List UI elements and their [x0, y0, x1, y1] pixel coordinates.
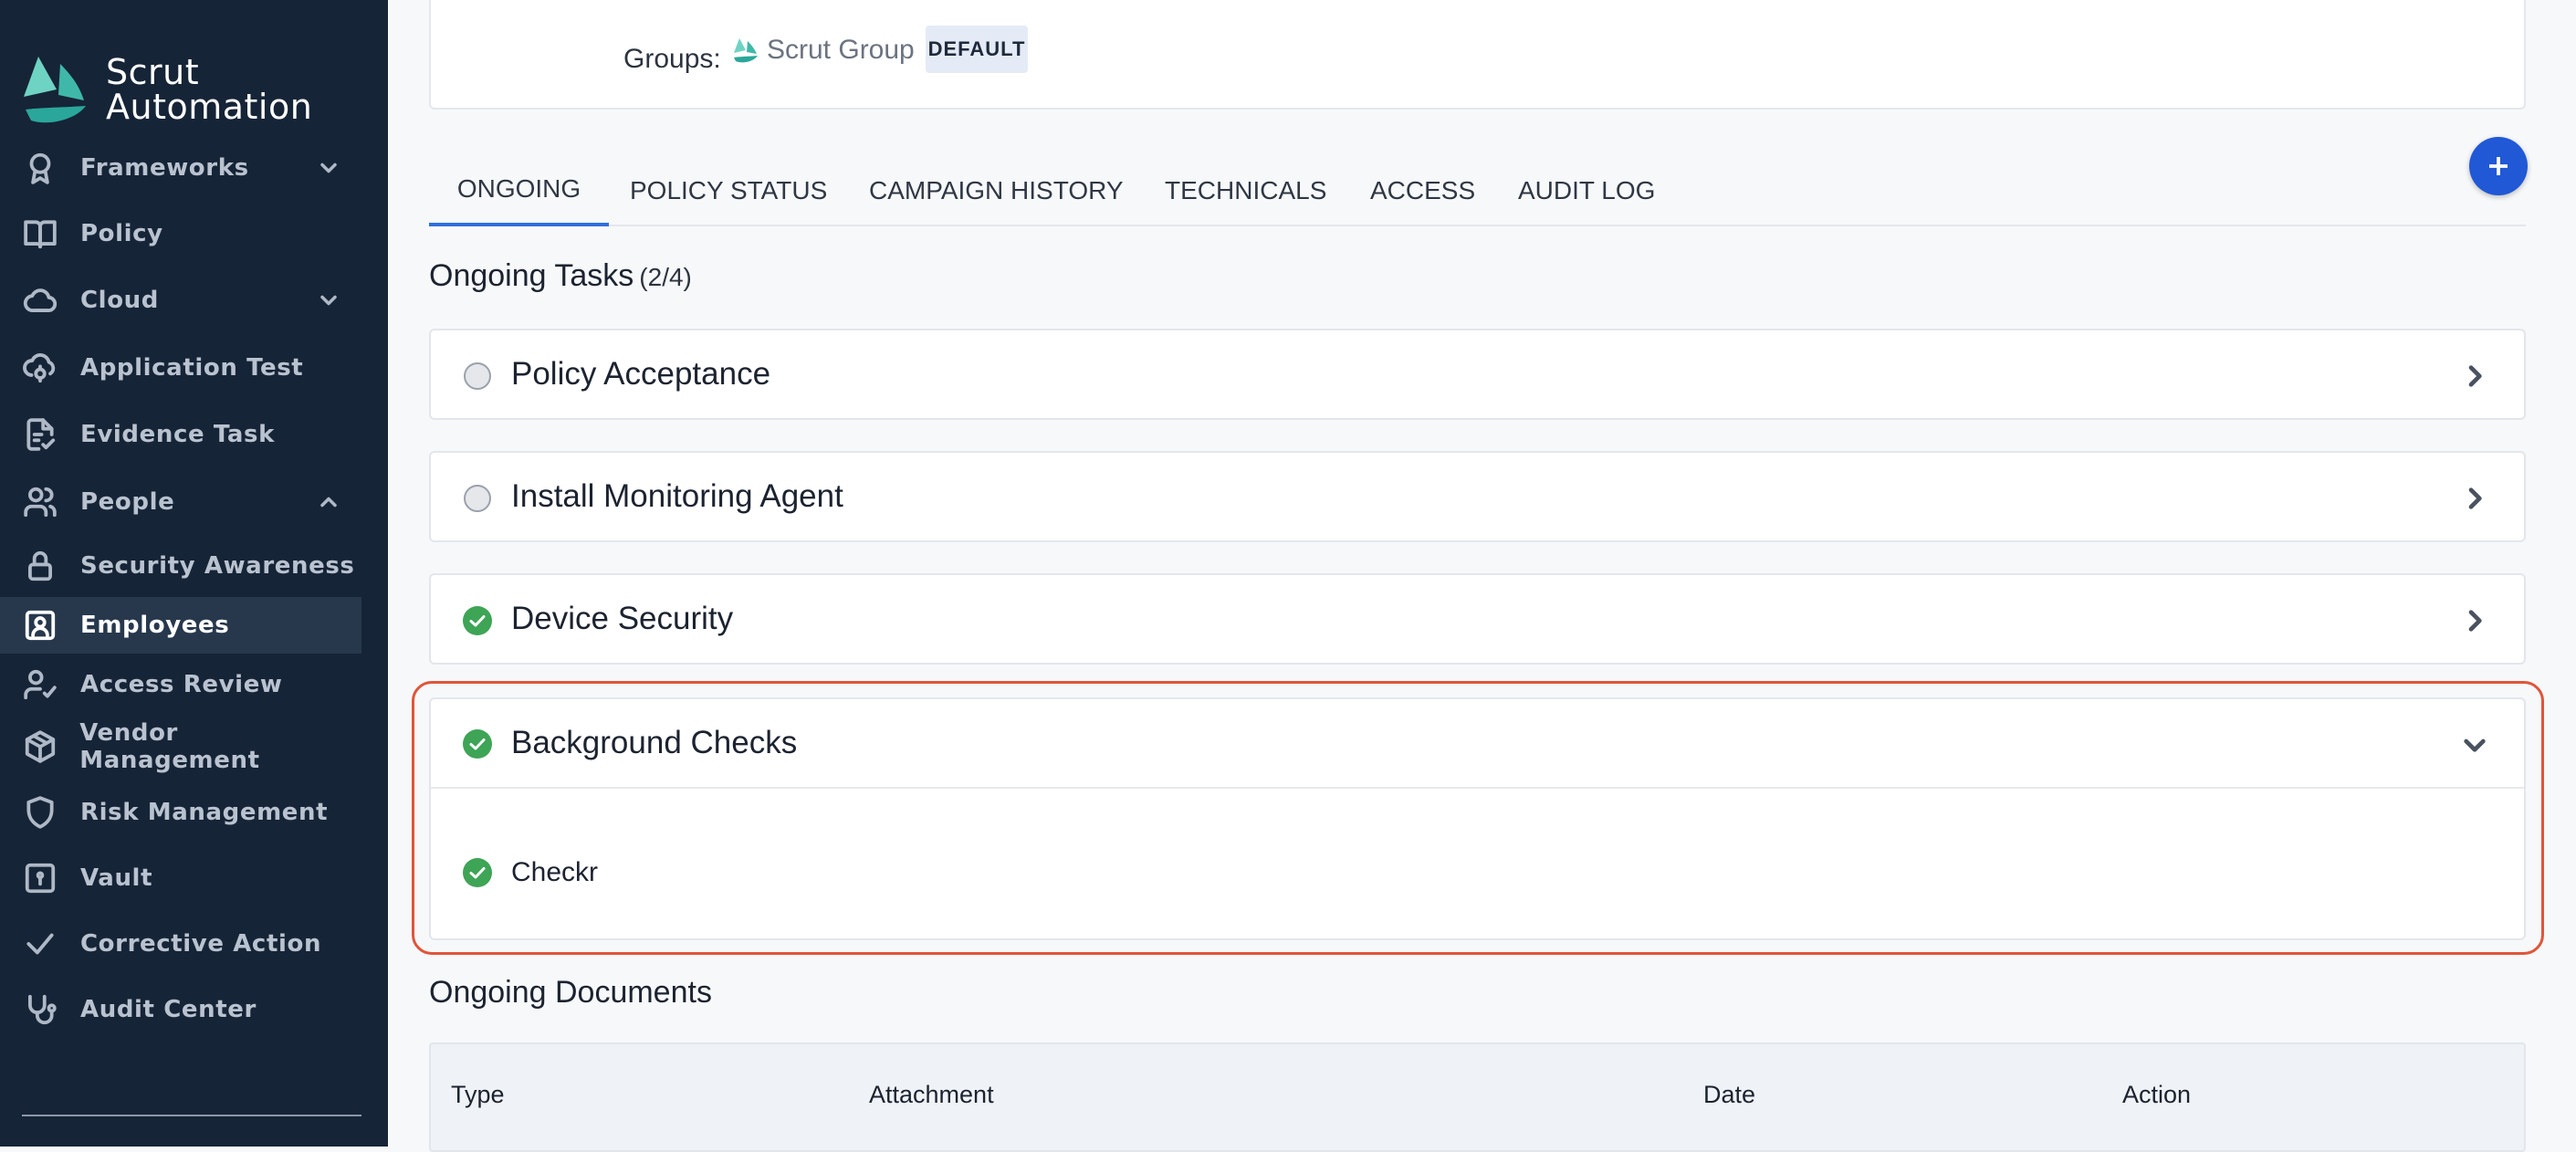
pending-circle-icon: [464, 362, 491, 390]
sidebar-item-frameworks[interactable]: Frameworks: [0, 140, 361, 196]
sidebar-item-cloud[interactable]: Cloud: [0, 272, 361, 329]
main-content: Groups: Scrut Group DEFAULT ONGOING POLI…: [388, 0, 2576, 1152]
subtask-name: Checkr: [511, 857, 599, 887]
tab-audit-log[interactable]: AUDIT LOG: [1518, 155, 1655, 226]
add-button[interactable]: [2469, 137, 2528, 195]
sidebar-item-policy[interactable]: Policy: [0, 205, 361, 262]
sidebar-item-evidence-task[interactable]: Evidence Task: [0, 406, 361, 463]
employee-info-card: Groups: Scrut Group DEFAULT: [429, 0, 2526, 110]
plus-icon: [2489, 157, 2508, 175]
sidebar-item-label: Evidence Task: [80, 421, 275, 448]
sidebar-item-label: Security Awareness: [80, 552, 355, 580]
cloud-icon: [22, 282, 58, 319]
group-logo-icon: [734, 38, 758, 63]
package-icon: [22, 728, 58, 765]
task-name: Install Monitoring Agent: [511, 478, 843, 514]
tab-bar: ONGOING POLICY STATUS CAMPAIGN HISTORY T…: [429, 155, 2526, 226]
column-header-attachment: Attachment: [869, 1081, 994, 1108]
tab-ongoing[interactable]: ONGOING: [429, 155, 609, 226]
task-background-checks: Background Checks Checkr: [429, 697, 2526, 940]
sidebar-item-application-test[interactable]: Application Test: [0, 340, 361, 396]
brand-name: Scrut Automation: [106, 55, 312, 124]
sidebar-item-label: Vendor Management: [79, 719, 260, 774]
column-header-date: Date: [1703, 1081, 1756, 1108]
sidebar-item-vendor-management[interactable]: Vendor Management: [0, 718, 361, 775]
pending-circle-icon: [464, 485, 491, 512]
sidebar-item-vault[interactable]: Vault: [0, 850, 361, 906]
sidebar-item-label: Employees: [80, 612, 230, 639]
default-badge: DEFAULT: [926, 26, 1028, 73]
subtask-checkr: Checkr: [462, 854, 598, 891]
sidebar-item-label: Cloud: [80, 287, 159, 314]
chevron-down-icon[interactable]: [316, 288, 341, 313]
sidebar-item-label: Vault: [80, 864, 153, 892]
column-header-action: Action: [2122, 1081, 2192, 1108]
tab-policy-status[interactable]: POLICY STATUS: [630, 155, 827, 226]
task-policy-acceptance[interactable]: Policy Acceptance: [429, 329, 2526, 420]
file-check-icon: [22, 416, 58, 453]
sidebar-item-label: Policy: [80, 220, 163, 247]
task-name: Policy Acceptance: [511, 356, 771, 392]
chevron-right-icon[interactable]: [2460, 606, 2489, 635]
sidebar-item-risk-management[interactable]: Risk Management: [0, 784, 361, 841]
chevron-right-icon[interactable]: [2460, 484, 2489, 513]
contact-card-icon: [22, 607, 58, 644]
brand-line-1: Scrut: [106, 52, 200, 92]
scrut-logo-icon: [24, 57, 86, 123]
app-logo[interactable]: Scrut Automation: [20, 53, 312, 126]
sidebar-item-security-awareness[interactable]: Security Awareness: [0, 538, 361, 594]
sidebar-item-label: Risk Management: [80, 799, 329, 826]
task-name: Background Checks: [511, 725, 798, 760]
sidebar-item-label: Application Test: [80, 354, 304, 382]
ongoing-tasks-title: Ongoing Tasks: [429, 258, 634, 293]
sidebar-item-label: Access Review: [80, 671, 283, 698]
task-install-monitoring-agent[interactable]: Install Monitoring Agent: [429, 451, 2526, 542]
ongoing-documents-table: Type Attachment Date Action: [429, 1042, 2526, 1152]
group-name[interactable]: Scrut Group: [767, 35, 915, 66]
stethoscope-icon: [22, 991, 58, 1028]
column-header-type: Type: [451, 1081, 505, 1108]
chevron-down-icon[interactable]: [316, 155, 341, 181]
ongoing-tasks-count: (2/4): [639, 263, 692, 291]
task-name: Device Security: [511, 601, 734, 636]
sidebar-item-label: Corrective Action: [80, 930, 322, 958]
lock-icon: [22, 548, 58, 584]
sidebar-item-corrective-action[interactable]: Corrective Action: [0, 916, 361, 972]
check-circle-icon: [463, 858, 492, 887]
check-circle-icon: [463, 729, 492, 759]
groups-label: Groups:: [623, 44, 721, 74]
tab-technicals[interactable]: TECHNICALS: [1165, 155, 1326, 226]
sidebar: Scrut Automation Frameworks Policy Cloud…: [0, 0, 388, 1147]
users-icon: [22, 484, 58, 520]
chevron-right-icon[interactable]: [2460, 361, 2489, 391]
shield-icon: [22, 794, 58, 831]
chevron-down-icon[interactable]: [2460, 730, 2489, 759]
task-background-checks-header[interactable]: Background Checks: [431, 699, 2524, 789]
sidebar-item-label: People: [80, 488, 175, 516]
chevron-up-icon[interactable]: [316, 489, 341, 515]
sidebar-item-audit-center[interactable]: Audit Center: [0, 981, 361, 1038]
brand-line-2: Automation: [106, 87, 313, 127]
safe-icon: [22, 860, 58, 896]
tab-access[interactable]: ACCESS: [1370, 155, 1475, 226]
sidebar-item-access-review[interactable]: Access Review: [0, 656, 361, 713]
award-icon: [22, 150, 58, 186]
tab-campaign-history[interactable]: CAMPAIGN HISTORY: [869, 155, 1124, 226]
sidebar-item-label: Frameworks: [80, 154, 249, 182]
sidebar-divider: [22, 1115, 361, 1116]
task-device-security[interactable]: Device Security: [429, 573, 2526, 665]
cloud-scan-icon: [22, 350, 58, 386]
sidebar-item-people[interactable]: People: [0, 474, 361, 530]
check-circle-icon: [463, 606, 492, 635]
user-check-icon: [22, 666, 58, 703]
ongoing-tasks-heading: Ongoing Tasks (2/4): [429, 258, 692, 294]
sidebar-item-label: Audit Center: [80, 996, 257, 1023]
ongoing-documents-title: Ongoing Documents: [429, 975, 712, 1010]
book-icon: [22, 215, 58, 252]
sidebar-item-employees[interactable]: Employees: [0, 597, 361, 654]
check-icon: [22, 926, 58, 962]
